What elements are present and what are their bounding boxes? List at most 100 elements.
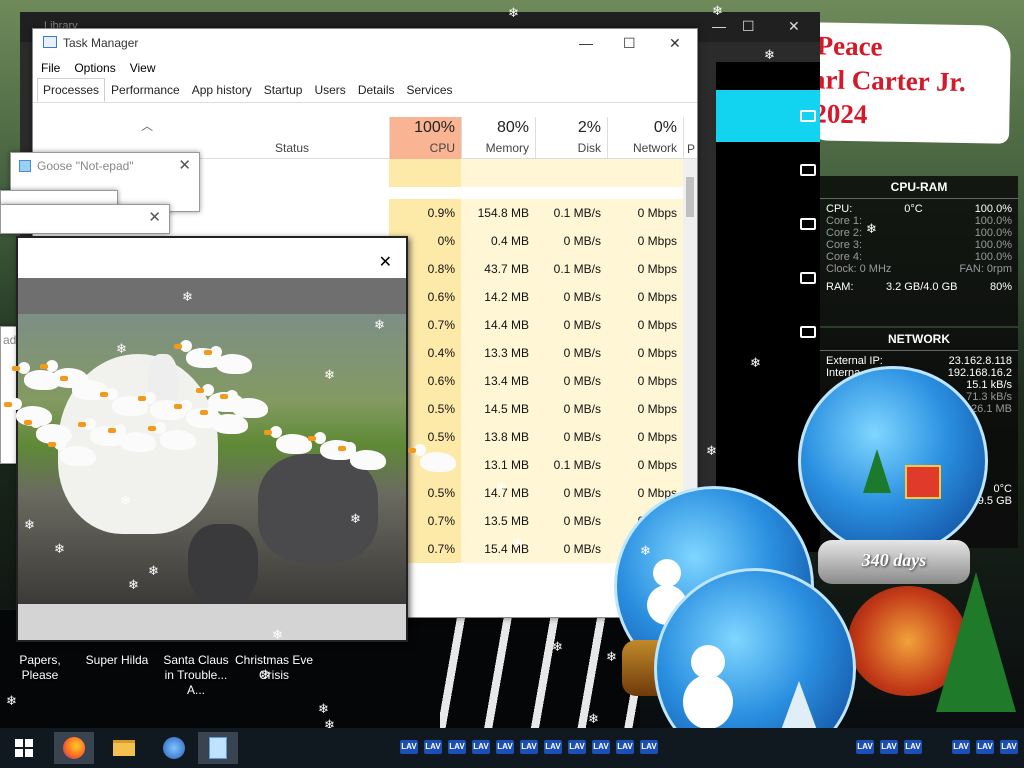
menu-file[interactable]: File [41,61,60,75]
desktop-icon-papers-please[interactable]: Papers, Please [0,653,80,683]
goose-sprite[interactable] [204,346,252,374]
desktop-icon-christmas-eve-crisis[interactable]: Christmas Eve Crisis [234,653,314,683]
tab-details[interactable]: Details [352,78,401,102]
snowflake-icon: ❄ [318,701,329,716]
maximize-icon[interactable]: ☐ [742,18,755,35]
column-disk[interactable]: 2% Disk [535,117,607,159]
close-icon[interactable]: ✕ [788,18,800,35]
memory-cell: 13.8 MB [461,423,535,451]
tray-lav-icon[interactable]: LAV [904,740,922,754]
disk-percent: 2% [577,119,601,136]
folder-icon[interactable] [800,218,816,230]
temp-readout: 0°C [993,483,1012,495]
folder-icon[interactable] [800,326,816,338]
desktop-icon-super-hilda[interactable]: Super Hilda [82,653,152,668]
goose-sprite[interactable] [108,424,156,452]
minimize-icon[interactable]: — [579,35,593,51]
memory-percent: 80% [496,119,529,136]
tray-lav-icon[interactable]: LAV [424,740,442,754]
tab-processes[interactable]: Processes [37,78,106,102]
desktop-icon-santa-claus[interactable]: Santa Claus in Trouble... A... [158,653,234,698]
goose-video-window[interactable]: ✕ [16,236,408,642]
menu-options[interactable]: Options [74,61,115,75]
tab-services[interactable]: Services [401,78,459,102]
tray-lav-icon[interactable]: LAV [520,740,538,754]
goose-sprite[interactable] [200,406,248,434]
network-cell: 0 Mbps [607,199,683,227]
tray-lav-icon[interactable]: LAV [1000,740,1018,754]
ram-percent: 80% [989,281,1012,293]
tray-lav-icon[interactable]: LAV [496,740,514,754]
minimize-icon[interactable]: — [712,18,726,34]
folder-icon[interactable] [800,164,816,176]
video-titlebar[interactable]: ✕ [18,238,406,278]
goose-sprite[interactable] [60,372,108,400]
greeting-banner: Peace arl Carter Jr. 2024 [804,22,1012,144]
goose-sprite[interactable] [264,426,312,454]
tray-lav-icon[interactable]: LAV [880,740,898,754]
snow-globe[interactable] [798,366,988,556]
tray-lav-icon[interactable]: LAV [976,740,994,754]
snowflake-icon: ❄ [182,289,193,304]
memory-cell: 13.4 MB [461,367,535,395]
tray-lav-icon[interactable]: LAV [640,740,658,754]
taskbar-app[interactable] [154,732,194,764]
disk-cell: 0 MB/s [535,423,607,451]
tray-lav-icon[interactable]: LAV [592,740,610,754]
task-manager-titlebar[interactable]: Task Manager — ☐ ✕ [33,29,697,57]
tray-lav-icon[interactable]: LAV [544,740,562,754]
external-ip-value: 23.162.8.118 [948,355,1012,367]
snowflake-icon: ❄ [750,355,761,370]
internal-ip-value: 192.168.16.2 [947,367,1012,379]
network-cell: 0 Mbps [607,451,683,479]
cpu-percent: 100% [414,119,455,136]
snowflake-icon: ❄ [588,711,599,726]
column-cpu[interactable]: 100% CPU [389,117,461,159]
snowman-head [653,559,681,587]
sort-chevron-up-icon[interactable]: ︿ [141,117,153,134]
cpu-cell: 0.9% [389,199,461,227]
close-icon[interactable]: ✕ [178,156,191,174]
goose-notepad-window[interactable]: ✕ [0,204,170,234]
tab-performance[interactable]: Performance [105,78,186,102]
tray-lav-icon[interactable]: LAV [448,740,466,754]
file-explorer-icon [113,740,135,756]
goose-sprite[interactable] [148,422,196,450]
taskbar-notepad[interactable] [198,732,238,764]
disk-label: Disk [577,141,601,155]
tray-lav-icon[interactable]: LAV [856,740,874,754]
close-icon[interactable]: ✕ [148,208,161,226]
column-network[interactable]: 0% Network [607,117,683,159]
goose-sprite[interactable] [408,444,456,472]
column-memory[interactable]: 80% Memory [461,117,535,159]
tray-lav-icon[interactable]: LAV [400,740,418,754]
notepad-icon [19,160,31,172]
tab-app-history[interactable]: App history [186,78,258,102]
snowflake-icon: ❄ [128,577,139,592]
tab-startup[interactable]: Startup [258,78,309,102]
cpu-cell [389,159,461,187]
tray-lav-icon[interactable]: LAV [568,740,586,754]
goose-sprite[interactable] [338,442,386,470]
snowflake-icon: ❄ [272,627,283,642]
memory-cell: 154.8 MB [461,199,535,227]
goose-sprite[interactable] [48,438,96,466]
tray-lav-icon[interactable]: LAV [472,740,490,754]
tray-lav-icon[interactable]: LAV [952,740,970,754]
close-icon[interactable]: ✕ [379,252,392,272]
scrollbar-thumb[interactable] [686,177,694,217]
tray-lav-icon[interactable]: LAV [616,740,634,754]
start-button[interactable] [4,732,44,764]
folder-icon[interactable] [800,272,816,284]
tab-users[interactable]: Users [308,78,351,102]
menu-view[interactable]: View [130,61,156,75]
notepad-icon [209,737,227,759]
column-status[interactable]: Status [275,141,309,155]
taskbar-firefox[interactable] [54,732,94,764]
close-icon[interactable]: ✕ [669,35,681,52]
net-total: 26.1 MB [971,403,1012,415]
maximize-icon[interactable]: ☐ [623,35,636,52]
taskbar-file-explorer[interactable] [104,732,144,764]
column-power[interactable]: P [683,117,697,159]
folder-icon[interactable] [800,110,816,122]
